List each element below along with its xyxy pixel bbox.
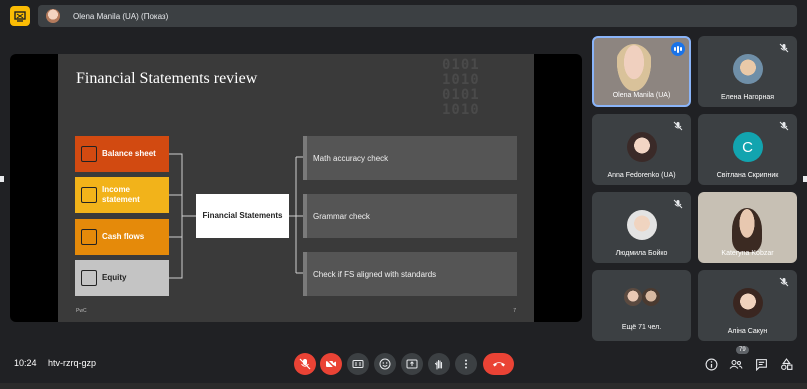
participant-tile[interactable]: Аліна Сакун [698, 270, 797, 341]
present-icon[interactable] [10, 6, 30, 26]
info-icon [705, 358, 717, 370]
top-bar: Olena Manila (UA) (Показ) [0, 0, 807, 30]
participant-name: Olena Manila (UA) [612, 92, 671, 99]
mic-off-icon [299, 358, 311, 370]
equity-icon [81, 270, 97, 286]
resize-handle-left[interactable] [0, 176, 4, 182]
avatar [642, 288, 660, 306]
activities-icon [780, 357, 792, 370]
mic-off-icon [673, 121, 683, 131]
statement-label: Balance sheet [102, 149, 156, 158]
meeting-code: htv-rzrq-gzp [48, 358, 97, 368]
participant-tile[interactable]: Елена Нагорная [698, 36, 797, 107]
captions-icon [352, 360, 364, 368]
check-grammar: Grammar check [303, 194, 517, 238]
participant-name: Елена Нагорная [720, 94, 775, 101]
presentation-chip[interactable]: Olena Manila (UA) (Показ) [38, 5, 797, 27]
taskbar-strip [0, 383, 807, 389]
resize-handle-right[interactable] [803, 176, 807, 182]
avatar [46, 9, 60, 23]
raise-hand-button[interactable] [428, 353, 450, 375]
participant-name: Людмила Бойко [615, 250, 668, 257]
check-math: Math accuracy check [303, 136, 517, 180]
avatar [626, 210, 657, 240]
statement-balance-sheet: Balance sheet [75, 136, 169, 172]
mic-off-icon [779, 43, 789, 53]
avatar [626, 132, 657, 162]
participants-button[interactable] [728, 356, 744, 372]
participant-name: Аліна Сакун [727, 328, 768, 335]
participant-name: Kateryna Kobzar [721, 250, 774, 257]
present-screen-icon [406, 359, 418, 369]
avatar [732, 54, 763, 84]
participant-tile[interactable]: Kateryna Kobzar [698, 192, 797, 263]
statement-label: Income statement [102, 185, 140, 204]
video-feed [732, 208, 762, 252]
hand-icon [434, 359, 443, 370]
mic-off-icon [779, 121, 789, 131]
chart-icon [81, 187, 97, 203]
more-options-button[interactable] [455, 353, 477, 375]
slide: Financial Statements review 0101 1010 01… [58, 54, 534, 322]
more-participants-label: Ещё 71 чел. [621, 324, 662, 331]
document-icon [81, 146, 97, 162]
people-icon [729, 359, 743, 369]
statement-cash-flows: Cash flows [75, 219, 169, 255]
statement-label: Cash flows [102, 232, 145, 241]
participant-tile[interactable]: C Світлана Скрипник [698, 114, 797, 185]
participant-name: Anna Fedorenko (UA) [607, 172, 676, 179]
presentation-stage[interactable]: Financial Statements review 0101 1010 01… [10, 54, 582, 322]
meeting-info-button[interactable] [703, 356, 719, 372]
more-vert-icon [465, 359, 467, 369]
camera-toggle-button[interactable] [320, 353, 342, 375]
avatar [732, 288, 763, 318]
mic-off-icon [673, 199, 683, 209]
participant-tile[interactable]: Людмила Бойко [592, 192, 691, 263]
participant-name: Світлана Скрипник [716, 172, 779, 179]
avatar: C [732, 132, 763, 162]
statement-income: Income statement [75, 177, 169, 213]
participant-tile-others[interactable]: Ещё 71 чел. [592, 270, 691, 341]
meeting-time: 10:24 [14, 358, 37, 368]
chat-icon [755, 358, 767, 371]
avatar [624, 288, 642, 306]
statement-equity: Equity [75, 260, 169, 296]
control-bar: 10:24 htv-rzrq-gzp 79 [0, 345, 807, 381]
present-button[interactable] [401, 353, 423, 375]
mic-toggle-button[interactable] [294, 353, 316, 375]
emoji-icon [379, 358, 391, 370]
presenter-label: Olena Manila (UA) (Показ) [73, 11, 169, 21]
mic-off-icon [779, 277, 789, 287]
chat-button[interactable] [753, 356, 769, 372]
leave-call-button[interactable] [483, 353, 514, 375]
participant-tile[interactable]: Anna Fedorenko (UA) [592, 114, 691, 185]
reactions-button[interactable] [374, 353, 396, 375]
speaking-indicator-icon [671, 42, 685, 56]
camera-off-icon [325, 358, 337, 370]
activities-button[interactable] [778, 356, 794, 372]
participant-tile[interactable]: Olena Manila (UA) [592, 36, 691, 107]
video-feed [614, 44, 654, 96]
phone-hangup-icon [492, 362, 505, 367]
financial-statements-box: Financial Statements [196, 194, 289, 238]
cash-icon [81, 229, 97, 245]
slide-page-number: 7 [513, 308, 516, 314]
slide-footer-brand: PwC [76, 308, 87, 314]
check-standards: Check if FS aligned with standards [303, 252, 517, 296]
participant-count-badge: 79 [736, 346, 749, 354]
captions-button[interactable] [347, 353, 369, 375]
statement-label: Equity [102, 273, 127, 282]
